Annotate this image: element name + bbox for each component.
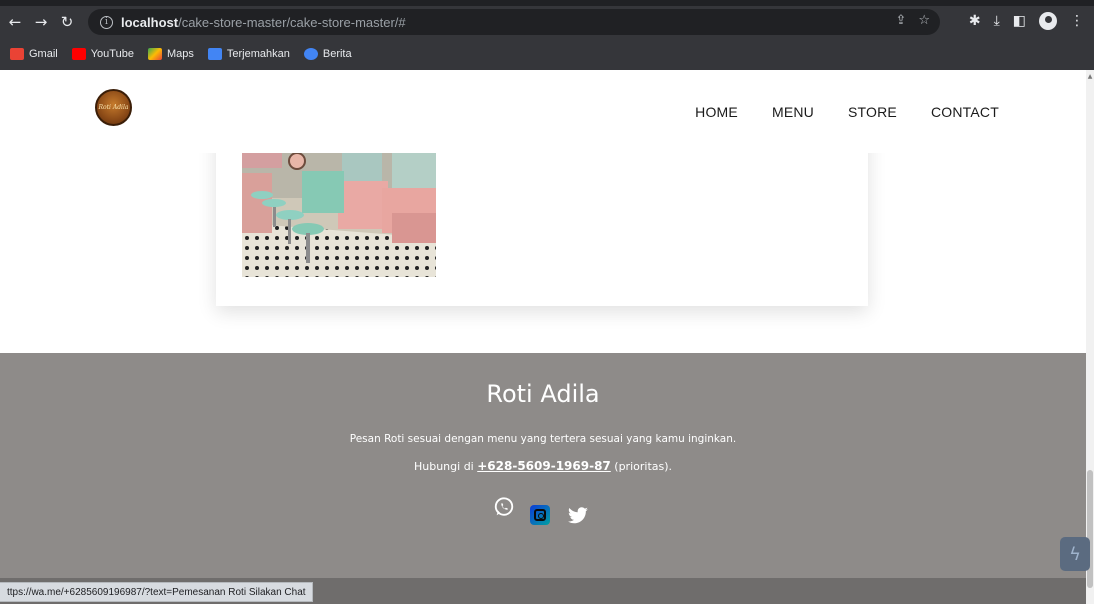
scroll-up-arrow-icon[interactable]: ▲ xyxy=(1087,74,1093,80)
nav-link-contact[interactable]: CONTACT xyxy=(931,104,999,120)
share-icon[interactable]: ⇪ xyxy=(895,13,906,28)
bookmark-berita[interactable]: Berita xyxy=(303,48,352,60)
nav-link-home[interactable]: HOME xyxy=(695,104,738,120)
footer-description: Pesan Roti sesuai dengan menu yang terte… xyxy=(349,433,737,445)
forward-arrow-icon[interactable]: → xyxy=(30,11,52,33)
profile-avatar-icon[interactable] xyxy=(1039,12,1057,30)
link-status-bubble: ttps://wa.me/+6285609196987/?text=Pemesa… xyxy=(0,582,313,602)
scrollbar-thumb[interactable] xyxy=(1087,470,1093,588)
address-bar[interactable]: i localhost /cake-store-master/cake-stor… xyxy=(88,9,940,35)
footer-title: Roti Adila xyxy=(486,380,600,408)
bookmark-gmail[interactable]: Gmail xyxy=(10,48,58,60)
extensions-puzzle-icon[interactable]: ✱ xyxy=(969,13,981,29)
translate-icon xyxy=(207,48,222,60)
url-host: localhost xyxy=(121,14,179,30)
store-interior-photo xyxy=(242,153,436,277)
site-navbar: Roti Adila HOME MENU STORE CONTACT xyxy=(0,70,1086,153)
bookmark-star-icon[interactable]: ☆ xyxy=(918,13,930,28)
reload-icon[interactable]: ↻ xyxy=(56,11,78,33)
youtube-icon xyxy=(71,48,86,60)
contact-prefix: Hubungi di xyxy=(413,460,478,473)
phone-link[interactable]: +628-5609-1969-87 xyxy=(477,459,611,473)
instagram-icon[interactable] xyxy=(530,505,550,525)
download-icon[interactable]: ⤓ xyxy=(994,13,1000,29)
social-links xyxy=(493,496,603,532)
nav-links: HOME MENU STORE CONTACT xyxy=(695,104,999,120)
info-icon[interactable]: i xyxy=(100,15,113,29)
bookmark-maps[interactable]: Maps xyxy=(147,48,194,60)
maps-icon xyxy=(147,48,162,60)
url-path: /cake-store-master/cake-store-master/# xyxy=(178,14,406,30)
twitter-icon[interactable] xyxy=(567,507,589,525)
floating-action-button[interactable]: ϟ xyxy=(1060,537,1090,571)
whatsapp-icon[interactable] xyxy=(493,496,515,518)
bookmark-youtube[interactable]: YouTube xyxy=(71,48,134,60)
bookmark-terjemahkan[interactable]: Terjemahkan xyxy=(207,48,290,60)
site-logo[interactable]: Roti Adila xyxy=(95,89,132,126)
instagram-glyph xyxy=(534,509,546,521)
gmail-icon xyxy=(10,48,24,60)
nav-link-store[interactable]: STORE xyxy=(848,104,897,120)
logo-text: Roti Adila xyxy=(98,104,129,111)
page-viewport: Roti Adila HOME MENU STORE CONTACT Roti … xyxy=(0,70,1086,604)
browser-toolbar: ← → ↻ i localhost /cake-store-master/cak… xyxy=(0,6,1094,38)
lightning-icon: ϟ xyxy=(1069,543,1081,565)
back-arrow-icon[interactable]: ← xyxy=(4,11,26,33)
side-panel-icon[interactable]: ◧ xyxy=(1013,13,1026,29)
bookmarks-bar: Gmail YouTube Maps Terjemahkan Berita xyxy=(0,38,1094,70)
news-icon xyxy=(303,48,318,60)
nav-link-menu[interactable]: MENU xyxy=(772,104,814,120)
footer-contact: Hubungi di +628-5609-1969-87 (prioritas)… xyxy=(0,459,1086,473)
menu-kebab-icon[interactable]: ⋮ xyxy=(1070,13,1084,29)
contact-suffix: (prioritas). xyxy=(610,460,673,473)
site-footer: Roti Adila Pesan Roti sesuai dengan menu… xyxy=(0,353,1086,604)
